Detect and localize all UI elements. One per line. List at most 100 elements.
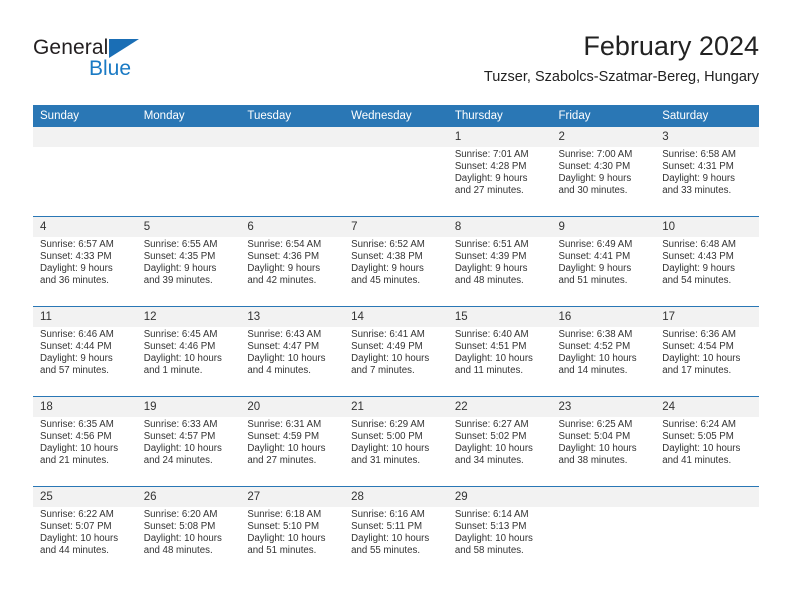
calendar-week-row: 18 Sunrise: 6:35 AM Sunset: 4:56 PM Dayligh…: [33, 396, 759, 487]
day-sun-info: Sunrise: 6:14 AM Sunset: 5:13 PM Daylight:…: [448, 507, 552, 557]
calendar-day-cell[interactable]: 7 Sunrise: 6:52 AM Sunset: 4:38 PM Daylight…: [344, 216, 448, 307]
day-number: 11: [33, 307, 137, 327]
daylight-text-line1: Daylight: 10 hours: [454, 443, 533, 455]
sunset-text: Sunset: 5:04 PM: [558, 431, 631, 443]
daylight-text-line2: and 41 minutes.: [662, 455, 732, 467]
day-number: [344, 127, 448, 147]
sunrise-text: Sunrise: 6:22 AM: [40, 509, 114, 520]
day-sun-info: Sunrise: 6:25 AM Sunset: 5:04 PM Daylight:…: [552, 417, 656, 467]
calendar-day-cell[interactable]: 4 Sunrise: 6:57 AM Sunset: 4:33 PM Daylight…: [33, 216, 137, 307]
calendar-day-cell[interactable]: 10 Sunrise: 6:48 AM Sunset: 4:43 PM Dayligh…: [655, 216, 759, 307]
day-sun-info: Sunrise: 6:16 AM Sunset: 5:11 PM Daylight:…: [344, 507, 448, 557]
calendar-day-cell[interactable]: 17 Sunrise: 6:36 AM Sunset: 4:54 PM Dayligh…: [655, 306, 759, 397]
weekday-header-monday: Monday: [136, 105, 241, 127]
daylight-text-line2: and 4 minutes.: [247, 365, 311, 377]
daylight-text-line2: and 39 minutes.: [143, 275, 213, 287]
sunrise-text: Sunrise: 6:36 AM: [662, 329, 736, 340]
calendar-header-row: Sunday Monday Tuesday Wednesday Thursday…: [33, 105, 759, 127]
sunset-text: Sunset: 4:44 PM: [40, 341, 112, 353]
daylight-text-line1: Daylight: 10 hours: [247, 533, 326, 545]
calendar-day-cell[interactable]: 23 Sunrise: 6:25 AM Sunset: 5:04 PM Dayligh…: [551, 396, 656, 487]
sunset-text: Sunset: 4:36 PM: [247, 251, 320, 263]
calendar-table: Sunday Monday Tuesday Wednesday Thursday…: [33, 105, 759, 576]
calendar-day-cell[interactable]: 19 Sunrise: 6:33 AM Sunset: 4:57 PM Dayligh…: [136, 396, 241, 487]
calendar-day-cell[interactable]: 26 Sunrise: 6:20 AM Sunset: 5:08 PM Dayligh…: [136, 486, 241, 576]
sunset-text: Sunset: 4:35 PM: [143, 251, 216, 263]
daylight-text-line2: and 11 minutes.: [454, 365, 524, 377]
day-number: [240, 127, 345, 147]
calendar-day-cell[interactable]: 21 Sunrise: 6:29 AM Sunset: 5:00 PM Dayligh…: [344, 396, 448, 487]
daylight-text-line2: and 54 minutes.: [662, 275, 732, 287]
daylight-text-line2: and 27 minutes.: [454, 185, 524, 197]
calendar-day-cell[interactable]: 2 Sunrise: 7:00 AM Sunset: 4:30 PM Daylight…: [551, 127, 656, 217]
daylight-text-line1: Daylight: 10 hours: [40, 533, 119, 545]
sunrise-text: Sunrise: 6:35 AM: [40, 419, 114, 430]
daylight-text-line2: and 34 minutes.: [454, 455, 524, 467]
calendar-day-cell[interactable]: 14 Sunrise: 6:41 AM Sunset: 4:49 PM Dayligh…: [344, 306, 448, 397]
sunset-text: Sunset: 4:39 PM: [454, 251, 527, 263]
daylight-text-line2: and 24 minutes.: [143, 455, 213, 467]
sunset-text: Sunset: 5:13 PM: [454, 521, 527, 533]
calendar-day-cell[interactable]: 28 Sunrise: 6:16 AM Sunset: 5:11 PM Dayligh…: [344, 486, 448, 576]
daylight-text-line2: and 51 minutes.: [558, 275, 628, 287]
sunrise-text: Sunrise: 6:29 AM: [351, 419, 425, 430]
daylight-text-line1: Daylight: 10 hours: [143, 443, 222, 455]
sunset-text: Sunset: 4:43 PM: [662, 251, 734, 263]
calendar-day-cell[interactable]: 8 Sunrise: 6:51 AM Sunset: 4:39 PM Daylight…: [447, 216, 552, 307]
day-number: 27: [240, 487, 345, 507]
calendar-day-cell[interactable]: 5 Sunrise: 6:55 AM Sunset: 4:35 PM Daylight…: [136, 216, 241, 307]
daylight-text-line1: Daylight: 9 hours: [247, 263, 321, 275]
day-number: 17: [655, 307, 759, 327]
daylight-text-line2: and 1 minute.: [143, 365, 203, 377]
calendar-day-cell[interactable]: 1 Sunrise: 7:01 AM Sunset: 4:28 PM Daylight…: [447, 127, 552, 217]
day-sun-info: Sunrise: 6:20 AM Sunset: 5:08 PM Daylight:…: [137, 507, 241, 557]
daylight-text-line2: and 21 minutes.: [40, 455, 109, 467]
day-sun-info: Sunrise: 6:22 AM Sunset: 5:07 PM Daylight:…: [33, 507, 137, 557]
calendar-day-cell[interactable]: 18 Sunrise: 6:35 AM Sunset: 4:56 PM Dayligh…: [33, 396, 137, 487]
daylight-text-line1: Daylight: 10 hours: [247, 443, 326, 455]
calendar-day-cell[interactable]: 24 Sunrise: 6:24 AM Sunset: 5:05 PM Dayligh…: [655, 396, 759, 487]
day-sun-info: Sunrise: 6:49 AM Sunset: 4:41 PM Daylight:…: [552, 237, 656, 287]
general-blue-logo[interactable]: General Blue: [33, 36, 163, 84]
day-number: 7: [344, 217, 448, 237]
sunrise-text: Sunrise: 6:52 AM: [351, 239, 425, 250]
day-number: 18: [33, 397, 137, 417]
day-sun-info: Sunrise: 6:54 AM Sunset: 4:36 PM Daylight:…: [240, 237, 344, 287]
day-sun-info: Sunrise: 6:35 AM Sunset: 4:56 PM Daylight:…: [33, 417, 137, 467]
sunrise-text: Sunrise: 6:46 AM: [40, 329, 114, 340]
calendar-day-cell[interactable]: 15 Sunrise: 6:40 AM Sunset: 4:51 PM Dayligh…: [447, 306, 552, 397]
day-sun-info: Sunrise: 7:01 AM Sunset: 4:28 PM Daylight:…: [448, 147, 552, 197]
day-sun-info: Sunrise: 6:41 AM Sunset: 4:49 PM Daylight:…: [344, 327, 448, 377]
calendar-day-cell[interactable]: 13 Sunrise: 6:43 AM Sunset: 4:47 PM Dayligh…: [240, 306, 345, 397]
triangle-icon: [109, 39, 139, 58]
calendar-day-cell[interactable]: 20 Sunrise: 6:31 AM Sunset: 4:59 PM Dayligh…: [240, 396, 345, 487]
daylight-text-line2: and 42 minutes.: [247, 275, 317, 287]
daylight-text-line2: and 7 minutes.: [351, 365, 415, 377]
daylight-text-line2: and 44 minutes.: [40, 545, 109, 557]
day-number: [551, 487, 656, 507]
calendar-page: General Blue February 2024 Tuzser, Szabo…: [0, 0, 792, 612]
daylight-text-line2: and 31 minutes.: [351, 455, 421, 467]
daylight-text-line1: Daylight: 10 hours: [662, 443, 741, 455]
sunset-text: Sunset: 5:02 PM: [454, 431, 527, 443]
day-sun-info: Sunrise: 6:27 AM Sunset: 5:02 PM Daylight:…: [448, 417, 552, 467]
calendar-day-cell[interactable]: 3 Sunrise: 6:58 AM Sunset: 4:31 PM Daylight…: [655, 127, 759, 217]
calendar-day-cell[interactable]: 29 Sunrise: 6:14 AM Sunset: 5:13 PM Dayligh…: [447, 486, 552, 576]
weekday-header-wednesday: Wednesday: [344, 105, 448, 127]
calendar-day-cell[interactable]: 25 Sunrise: 6:22 AM Sunset: 5:07 PM Dayligh…: [33, 486, 137, 576]
day-sun-info: Sunrise: 6:38 AM Sunset: 4:52 PM Daylight:…: [552, 327, 656, 377]
calendar-day-cell[interactable]: 22 Sunrise: 6:27 AM Sunset: 5:02 PM Dayligh…: [447, 396, 552, 487]
day-sun-info: Sunrise: 6:29 AM Sunset: 5:00 PM Daylight:…: [344, 417, 448, 467]
day-number: 15: [447, 307, 552, 327]
calendar-day-cell[interactable]: 12 Sunrise: 6:45 AM Sunset: 4:46 PM Dayligh…: [136, 306, 241, 397]
sunrise-text: Sunrise: 6:20 AM: [143, 509, 218, 520]
day-sun-info: Sunrise: 6:18 AM Sunset: 5:10 PM Daylight:…: [240, 507, 344, 557]
calendar-day-cell[interactable]: 6 Sunrise: 6:54 AM Sunset: 4:36 PM Daylight…: [240, 216, 345, 307]
daylight-text-line1: Daylight: 9 hours: [558, 173, 632, 185]
calendar-day-cell[interactable]: 27 Sunrise: 6:18 AM Sunset: 5:10 PM Dayligh…: [240, 486, 345, 576]
daylight-text-line1: Daylight: 9 hours: [351, 263, 424, 275]
calendar-day-cell[interactable]: 16 Sunrise: 6:38 AM Sunset: 4:52 PM Dayligh…: [551, 306, 656, 397]
calendar-day-cell[interactable]: 11 Sunrise: 6:46 AM Sunset: 4:44 PM Dayligh…: [33, 306, 137, 397]
calendar-day-cell[interactable]: 9 Sunrise: 6:49 AM Sunset: 4:41 PM Daylight…: [551, 216, 656, 307]
page-title: February 2024: [583, 31, 759, 61]
